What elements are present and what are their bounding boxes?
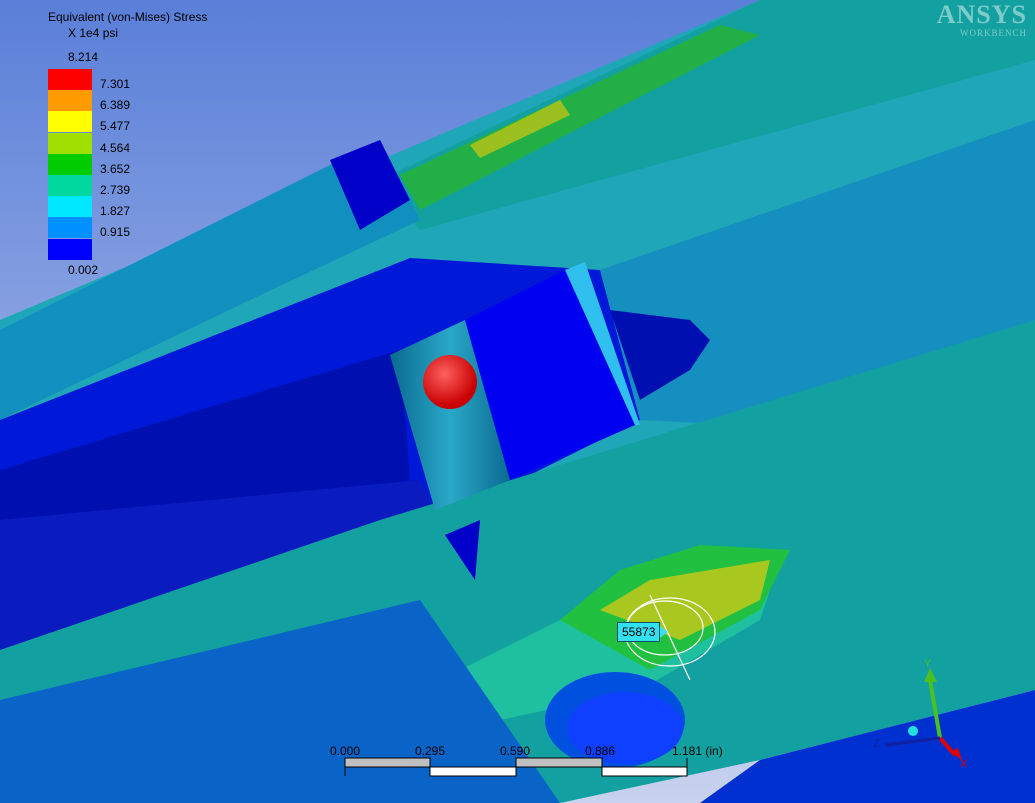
scale-tick-3: 0.886 [585,744,616,758]
axis-x-label: X [960,758,968,770]
scale-tick-4: 1.181 (in) [672,744,723,758]
scale-tick-0: 0.000 [330,744,361,758]
legend-title: Equivalent (von-Mises) Stress [48,10,208,24]
legend-unit: X 1e4 psi [68,26,119,40]
legend-band-label: 7.301 [100,77,131,91]
legend-swatch [48,196,92,218]
scale-tick-1: 0.295 [415,744,446,758]
legend-swatch [48,153,92,175]
legend-swatch [48,175,92,196]
logo-line1: ANSYS [936,0,1027,29]
legend-swatch [48,111,92,133]
legend-band-label: 1.827 [100,204,131,219]
legend-swatch [48,217,92,239]
axis-z-label: Z [873,738,880,750]
legend-band-label: 0.915 [100,225,131,240]
probe-label[interactable]: 55873 [617,622,669,642]
ansys-logo: ANSYS WORKBENCH [936,0,1027,39]
legend-band-label: 4.564 [100,140,131,155]
legend-min-value: 0.002 [68,263,99,277]
legend-band-label: 3.652 [100,161,131,176]
legend-swatch [48,69,92,90]
legend-max-value: 8.214 [68,50,99,64]
legend-swatch [48,90,92,112]
model-viewport[interactable] [0,0,1035,803]
axis-y-label: Y [924,658,932,670]
legend-band-label: 6.389 [100,98,131,113]
scale-tick-2: 0.590 [500,744,531,758]
logo-line2: WORKBENCH [960,28,1027,38]
max-marker [423,355,477,409]
legend-band-label: 5.477 [100,119,131,134]
legend-band-label: 2.739 [100,183,131,197]
legend-swatch [48,132,92,154]
legend-swatch [48,238,92,260]
